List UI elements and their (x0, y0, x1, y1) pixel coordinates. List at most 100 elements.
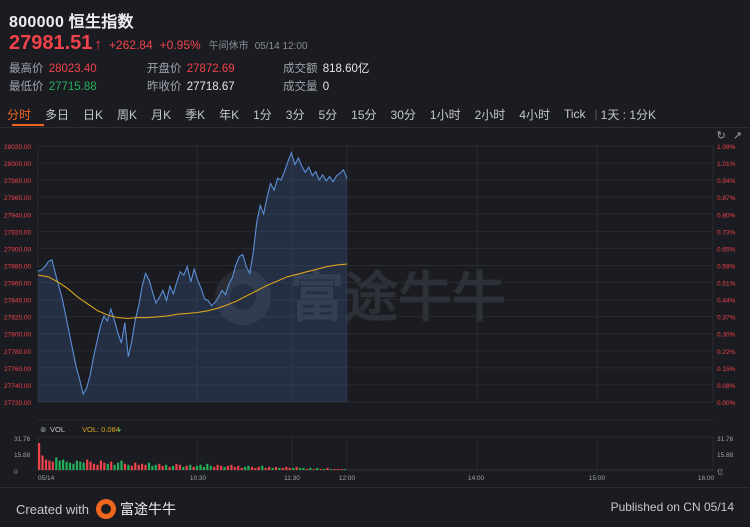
volume-bar (250, 466, 254, 470)
x-tick-label: 12:00 (339, 475, 356, 482)
volume-bar (195, 465, 199, 470)
y-tick-label: 27780.00 (4, 349, 31, 356)
volume-bar (240, 467, 243, 470)
pct-tick-label: 0.58% (717, 263, 736, 270)
volume-bar (257, 466, 260, 470)
volume-bar (213, 466, 216, 470)
pct-tick-label: 1.09% (717, 144, 736, 151)
volume-bar (141, 463, 144, 470)
volume-bar (288, 467, 291, 470)
volume-bar (305, 469, 308, 470)
y-tick-label: 27980.00 (4, 178, 31, 185)
volume-bar (158, 463, 161, 470)
created-with: Created with 富途牛牛 (16, 499, 176, 519)
volume-bar (202, 466, 205, 470)
volume-bar (278, 467, 281, 470)
intraday-chart[interactable]: 28020.00 1.09% 28000.00 1.01% 27980.00 0.94% 2… (0, 0, 750, 487)
volume-bar (178, 464, 181, 470)
volume-bar (120, 460, 123, 470)
volume-bar (58, 460, 61, 470)
volume-bar (343, 469, 346, 470)
volume-bar (281, 467, 284, 470)
volume-bar (295, 466, 298, 470)
volume-bar (333, 469, 336, 470)
volume-bar (44, 459, 48, 470)
volume-bar (89, 461, 92, 470)
volume-bar (329, 469, 332, 470)
volume-bar (171, 465, 175, 470)
volume-bar (38, 443, 41, 470)
vol-y-tick: 0 (14, 469, 18, 476)
x-tick-label: 15:00 (589, 475, 606, 482)
volume-bar (340, 469, 343, 470)
pct-tick-label: 0.37% (717, 315, 736, 322)
volume-bar (192, 466, 195, 470)
pct-tick-label: 0.44% (717, 298, 736, 305)
volume-bar (264, 467, 267, 470)
volume-bar (233, 466, 236, 470)
volume-bar (237, 465, 240, 470)
y-tick-label: 27740.00 (4, 383, 31, 390)
volume-bar (309, 467, 312, 470)
x-tick-label: 16:00 (698, 475, 715, 482)
vol-y-tick-right: 15.88 (717, 452, 734, 459)
pct-tick-label: 0.94% (717, 178, 736, 185)
y-tick-label: 28000.00 (4, 161, 31, 168)
volume-bar (65, 461, 68, 470)
volume-bar (168, 466, 171, 470)
vol-y-tick: 15.88 (14, 452, 31, 459)
volume-bar (51, 461, 54, 470)
volume-bar (75, 460, 78, 470)
volume-bar (96, 464, 99, 470)
volume-bar (247, 465, 250, 470)
volume-bar (323, 469, 326, 470)
pct-tick-label: 0.00% (717, 400, 736, 407)
volume-bar (117, 462, 120, 470)
volume-bar (271, 467, 274, 470)
volume-bar (226, 465, 229, 470)
volume-bar (103, 462, 106, 470)
y-tick-label: 28020.00 (4, 144, 31, 151)
y-tick-label: 27940.00 (4, 212, 31, 219)
volume-bar (319, 469, 322, 470)
volume-bar (244, 466, 247, 470)
y-tick-label: 27880.00 (4, 263, 31, 270)
pct-tick-label: 0.51% (717, 281, 736, 288)
volume-bar (182, 466, 185, 470)
y-tick-label: 27920.00 (4, 229, 31, 236)
pct-tick-label: 0.15% (717, 366, 736, 373)
volume-bar (68, 462, 72, 470)
volume-bar (216, 464, 219, 470)
volume-bar (134, 462, 137, 470)
volume-bar (326, 467, 329, 470)
volume-bar (106, 463, 109, 470)
volume-bar (206, 463, 209, 470)
vol-label: VOL (50, 425, 65, 434)
volume-bar (62, 459, 65, 470)
volume-bar (113, 464, 116, 470)
vol-settings-icon: ⊗ (40, 425, 46, 434)
brand-name: 富途牛牛 (119, 501, 176, 517)
pct-tick-label: 1.01% (717, 161, 736, 168)
pct-tick-label: 0.80% (717, 212, 736, 219)
vol-value: VOL: 0.084 (82, 425, 120, 434)
pct-tick-label: 0.30% (717, 332, 736, 339)
volume-bar (268, 466, 271, 470)
published-info: Published on CN 05/14 (610, 500, 734, 514)
pct-tick-label: 0.08% (717, 383, 736, 390)
y-tick-label: 27840.00 (4, 298, 31, 305)
volume-bar (175, 463, 178, 470)
volume-bar (123, 463, 126, 470)
volume-bar (312, 469, 315, 470)
volume-bar (110, 461, 113, 470)
pct-tick-label: 0.73% (717, 229, 736, 236)
y-tick-label: 27860.00 (4, 281, 31, 288)
futu-logo-icon (95, 499, 116, 519)
y-tick-label: 27800.00 (4, 332, 31, 339)
pct-tick-label: 0.22% (717, 349, 736, 356)
volume-bar (161, 465, 164, 470)
volume-bar (48, 460, 51, 470)
created-with-label: Created with (16, 501, 89, 517)
y-tick-label: 27960.00 (4, 195, 31, 202)
volume-bar (72, 463, 75, 470)
